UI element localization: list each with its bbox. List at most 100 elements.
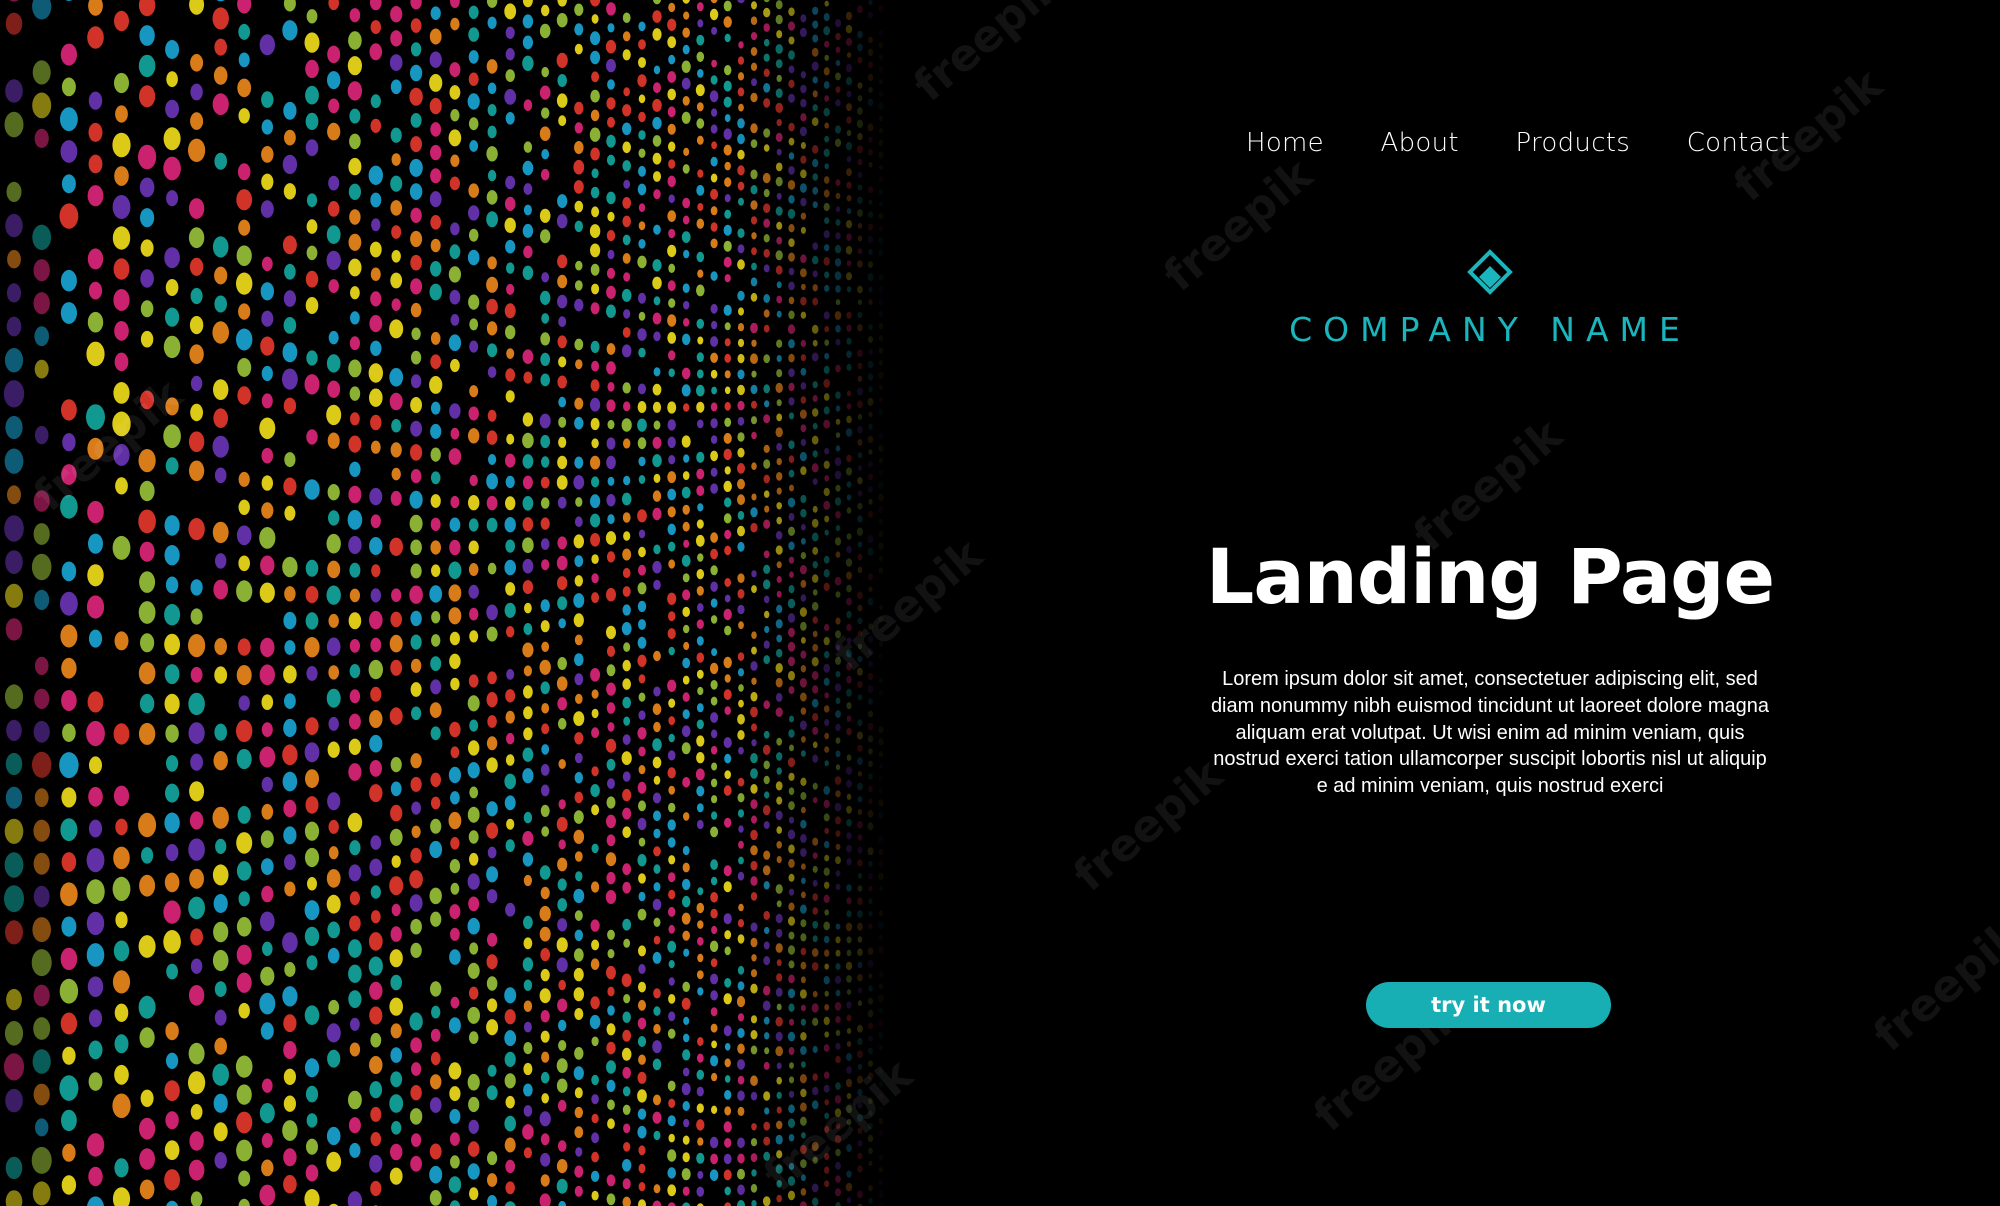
decor-dot	[878, 360, 884, 366]
nav-link-home[interactable]: Home	[1246, 128, 1324, 158]
decor-dot	[370, 1106, 382, 1122]
decor-dot	[823, 935, 830, 944]
decor-dot	[681, 1168, 691, 1181]
decor-dot	[750, 1091, 758, 1101]
decor-dot	[834, 457, 842, 466]
decor-dot	[32, 1049, 51, 1074]
decor-dot	[776, 281, 782, 289]
decor-dot	[557, 536, 567, 550]
decor-dot	[681, 725, 691, 737]
decor-dot	[410, 444, 423, 461]
decor-dot	[788, 888, 795, 896]
decor-dot	[166, 190, 179, 207]
decor-dot	[591, 360, 600, 372]
decor-dot	[824, 40, 830, 48]
decor-dot	[590, 919, 600, 932]
decor-dot	[867, 1072, 874, 1080]
decor-dot	[800, 438, 807, 447]
decor-dot	[846, 233, 852, 241]
decor-dot	[637, 74, 647, 87]
decor-dot	[681, 997, 691, 1010]
nav-link-products[interactable]: Products	[1515, 128, 1630, 158]
decor-dot	[788, 1104, 795, 1114]
decor-dot	[523, 1083, 533, 1097]
decor-dot	[763, 0, 770, 3]
decor-dot	[411, 706, 422, 721]
decor-dot	[591, 554, 599, 564]
decor-dot	[411, 1062, 422, 1076]
decor-dot	[606, 285, 616, 299]
decor-dot	[835, 883, 841, 890]
decor-dot	[750, 1153, 758, 1163]
decor-dot	[284, 640, 296, 655]
decor-dot	[788, 455, 795, 464]
decor-dot	[868, 860, 873, 867]
decor-dot	[467, 93, 480, 110]
decor-dot	[34, 788, 49, 808]
decor-dot	[61, 1109, 77, 1132]
decor-dot	[429, 1190, 442, 1206]
decor-dot	[539, 413, 551, 429]
decor-dot	[637, 183, 647, 196]
decor-dot	[867, 1022, 874, 1030]
decor-dot	[724, 1090, 732, 1100]
decor-dot	[112, 226, 131, 250]
decor-dot	[667, 1115, 676, 1127]
decor-dot	[750, 169, 758, 180]
decor-dot	[623, 475, 631, 486]
decor-dot	[431, 1005, 441, 1019]
decor-dot	[468, 563, 479, 576]
decor-dot	[824, 1166, 830, 1174]
decor-dot	[349, 891, 360, 906]
decor-dot	[723, 1169, 732, 1181]
decor-dot	[775, 810, 783, 821]
decor-dot	[667, 628, 676, 640]
decor-dot	[800, 396, 807, 404]
decor-dot	[800, 1046, 807, 1055]
decor-dot	[33, 523, 50, 545]
decor-dot	[683, 249, 690, 259]
decor-dot	[846, 454, 852, 463]
decor-dot	[845, 558, 853, 567]
decor-dot	[467, 762, 480, 779]
decor-dot	[31, 949, 52, 977]
decor-dot	[710, 892, 718, 903]
decor-dot	[834, 258, 842, 267]
decor-dot	[638, 239, 646, 249]
decor-dot	[867, 685, 874, 693]
decor-dot	[558, 396, 567, 408]
decor-dot	[574, 575, 583, 587]
decor-dot	[236, 832, 253, 854]
decor-dot	[878, 555, 883, 562]
decor-dot	[370, 118, 382, 133]
decor-dot	[539, 85, 551, 100]
decor-dot	[868, 199, 873, 205]
decor-dot	[5, 752, 23, 776]
decor-dot	[824, 718, 830, 727]
decor-dot	[327, 792, 341, 811]
decor-dot	[261, 1159, 274, 1177]
decor-dot	[607, 1118, 615, 1129]
decor-dot	[60, 269, 77, 292]
decor-dot	[283, 1041, 297, 1059]
nav-link-about[interactable]: About	[1381, 128, 1459, 158]
decor-dot	[468, 50, 479, 64]
decor-dot	[327, 122, 341, 141]
decor-dot	[652, 436, 662, 449]
decor-dot	[868, 249, 873, 256]
decor-dot	[540, 1071, 550, 1084]
decor-dot	[824, 244, 830, 252]
decor-dot	[751, 954, 757, 962]
decor-dot	[370, 1180, 382, 1197]
decor-dot	[259, 417, 276, 440]
decor-dot	[710, 1007, 718, 1017]
try-it-now-button[interactable]: try it now	[1366, 982, 1611, 1028]
decor-dot	[776, 1150, 783, 1159]
decor-dot	[867, 547, 874, 556]
decor-dot	[652, 401, 662, 413]
decor-dot	[823, 378, 830, 388]
decor-dot	[139, 571, 156, 593]
nav-link-contact[interactable]: Contact	[1687, 128, 1790, 158]
decor-dot	[653, 331, 661, 342]
decor-dot	[812, 201, 818, 209]
